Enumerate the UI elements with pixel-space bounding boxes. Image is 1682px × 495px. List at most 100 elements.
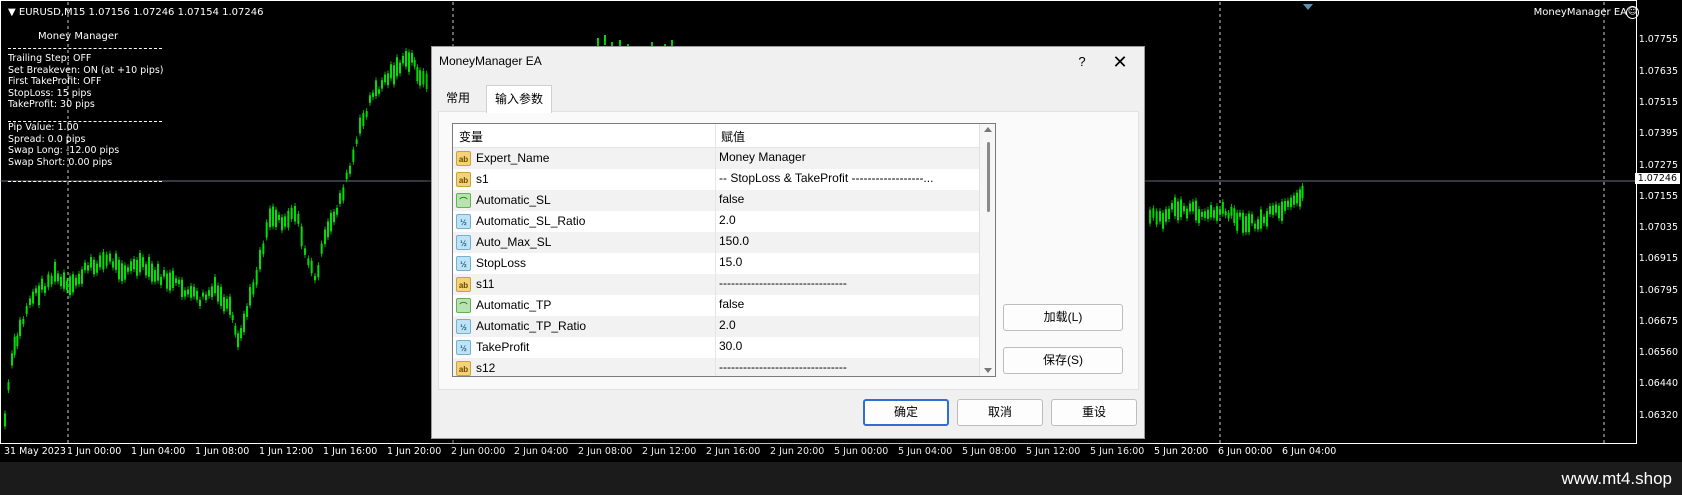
- scrollbar-thumb[interactable]: [987, 142, 990, 212]
- ok-button[interactable]: 确定: [863, 399, 949, 426]
- chart-menu-triangle-icon[interactable]: ▼: [8, 7, 19, 18]
- table-row[interactable]: ab s1 -- StopLoss & TakeProfit -----------…: [453, 169, 979, 190]
- candle-body: [402, 55, 404, 64]
- table-row[interactable]: ⌒ Automatic_TP false: [453, 295, 979, 316]
- cancel-button[interactable]: 取消: [957, 399, 1043, 426]
- param-value[interactable]: false: [719, 192, 744, 206]
- param-value[interactable]: 15.0: [719, 255, 742, 269]
- candle-body: [193, 286, 195, 297]
- table-row[interactable]: ab Expert_Name Money Manager: [453, 148, 979, 169]
- param-type-num-icon: ½: [456, 319, 471, 334]
- param-name: Expert_Name: [476, 151, 550, 165]
- time-tick-label: 2 Jun 08:00: [578, 446, 633, 457]
- time-tick-label: 5 Jun 00:00: [834, 446, 889, 457]
- scroll-up-icon[interactable]: [984, 127, 992, 132]
- table-row[interactable]: ½ TakeProfit 30.0: [453, 337, 979, 358]
- candle-body: [330, 212, 332, 232]
- close-icon[interactable]: ✕: [1105, 51, 1135, 73]
- price-scale[interactable]: 1.07246 1.07755 1.07635 1.07515 1.07395 1.07…: [1634, 0, 1682, 444]
- price-tick-label: 1.07635: [1638, 66, 1678, 77]
- param-value[interactable]: 2.0: [719, 213, 736, 227]
- param-name: Automatic_TP_Ratio: [476, 319, 587, 333]
- candle-body: [1254, 223, 1256, 229]
- candle-body: [63, 272, 65, 289]
- candle-body: [1224, 211, 1227, 216]
- candle-body: [211, 286, 213, 298]
- candle-body: [269, 208, 271, 228]
- cell-divider: [715, 148, 716, 169]
- candle-body: [1171, 203, 1173, 210]
- candle-body: [1275, 204, 1277, 213]
- reset-button[interactable]: 重设: [1051, 399, 1137, 426]
- load-button[interactable]: 加载(L): [1003, 304, 1123, 331]
- table-row[interactable]: ab s12 --------------------------------: [453, 358, 979, 376]
- param-value[interactable]: 2.0: [719, 318, 736, 332]
- candle-body: [1269, 206, 1271, 215]
- help-button[interactable]: ?: [1069, 51, 1095, 73]
- candle-body: [226, 298, 228, 309]
- param-value[interactable]: 150.0: [719, 234, 749, 248]
- info-line: Set Breakeven: ON (at +10 pips): [8, 64, 164, 76]
- table-row[interactable]: ½ Automatic_TP_Ratio 2.0: [453, 316, 979, 337]
- candle-body: [265, 222, 268, 238]
- parameters-table[interactable]: 变量 赋值 ab Expert_Name Money Manager ab s1 -- S…: [452, 123, 996, 377]
- vertical-scrollbar[interactable]: [979, 124, 995, 376]
- cell-divider: [715, 274, 716, 295]
- candle-body: [7, 382, 10, 391]
- table-row[interactable]: ½ StopLoss 15.0: [453, 253, 979, 274]
- time-tick-label: 5 Jun 20:00: [1154, 446, 1209, 457]
- candle-body: [294, 206, 296, 222]
- column-divider[interactable]: [715, 124, 716, 148]
- candle-body: [413, 59, 416, 67]
- candle-body: [1299, 189, 1301, 207]
- param-value[interactable]: -- StopLoss & TakeProfit ---------------…: [719, 171, 933, 185]
- candle-body: [249, 287, 251, 306]
- price-tick-label: 1.06440: [1638, 378, 1678, 389]
- table-row[interactable]: ab s11 --------------------------------: [453, 274, 979, 295]
- candle-body: [304, 248, 306, 255]
- param-value[interactable]: --------------------------------: [719, 276, 847, 290]
- ea-properties-dialog[interactable]: MoneyManager EA ? ✕ 常用 输入参数 变量 赋值 ab Expe…: [431, 46, 1145, 439]
- tab-inputs[interactable]: 输入参数: [486, 85, 553, 113]
- candle-body: [1219, 209, 1221, 215]
- candle-body: [109, 253, 111, 262]
- candle-body: [145, 264, 147, 276]
- candle-body: [290, 207, 293, 219]
- scroll-down-icon[interactable]: [984, 368, 992, 373]
- param-value[interactable]: 30.0: [719, 339, 742, 353]
- candle-body: [102, 252, 105, 270]
- column-header-variable[interactable]: 变量: [459, 128, 483, 145]
- candle-body: [93, 259, 95, 275]
- table-row[interactable]: ½ Auto_Max_SL 150.0: [453, 232, 979, 253]
- column-header-value[interactable]: 赋值: [721, 128, 745, 145]
- candle-body: [1168, 208, 1170, 219]
- candle-body: [1162, 212, 1164, 229]
- param-type-num-icon: ½: [456, 235, 471, 250]
- param-value[interactable]: false: [719, 297, 744, 311]
- table-row[interactable]: ⌒ Automatic_SL false: [453, 190, 979, 211]
- dialog-title: MoneyManager EA: [439, 54, 542, 68]
- candle-body: [151, 263, 153, 282]
- save-button[interactable]: 保存(S): [1003, 347, 1123, 374]
- candle-body: [81, 269, 83, 284]
- candle-body: [133, 259, 135, 270]
- candle-body: [1227, 212, 1230, 219]
- symbol-info: ▼ EURUSD,M15 1.07156 1.07246 1.07154 1.0…: [8, 7, 263, 18]
- candle-body: [130, 261, 132, 272]
- table-row[interactable]: ½ Automatic_SL_Ratio 2.0: [453, 211, 979, 232]
- candle-body: [57, 273, 59, 282]
- candle-body: [365, 111, 368, 117]
- param-value[interactable]: Money Manager: [719, 150, 806, 164]
- candle-body: [1204, 211, 1206, 218]
- candle-body: [1260, 209, 1262, 229]
- param-type-num-icon: ½: [456, 214, 471, 229]
- candle-body: [387, 73, 389, 86]
- candle-body: [96, 263, 98, 273]
- candle-body: [362, 113, 365, 126]
- param-name: Auto_Max_SL: [476, 235, 552, 249]
- tab-common[interactable]: 常用: [438, 87, 478, 111]
- param-value[interactable]: --------------------------------: [719, 360, 847, 374]
- candle-body: [22, 318, 25, 325]
- price-tick-label: 1.06675: [1638, 316, 1678, 327]
- time-tick-label: 2 Jun 16:00: [706, 446, 761, 457]
